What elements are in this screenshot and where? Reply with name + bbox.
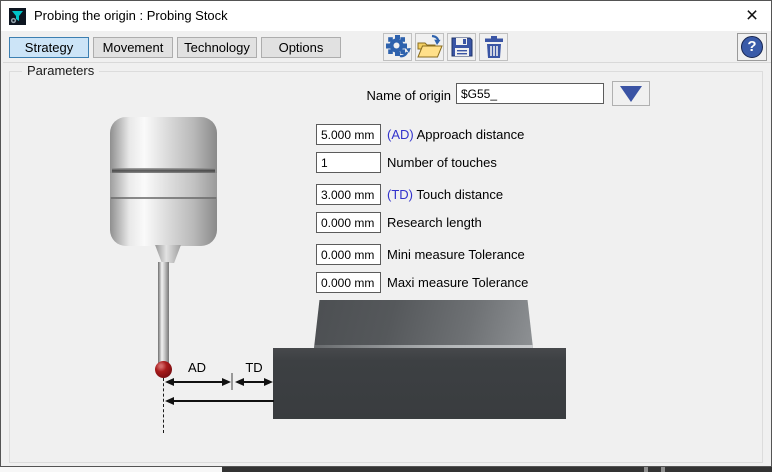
save-floppy-icon [449,34,475,60]
triangle-down-icon [620,86,642,102]
dimension-tick [231,373,233,390]
ad-dimension-label: AD [177,360,217,375]
close-icon[interactable]: × [739,4,765,28]
open-file-button[interactable] [415,33,444,61]
td-dimension-label: TD [234,360,274,375]
ad-arrowhead-right [222,378,231,386]
probe-axis-dashed-line [163,378,164,433]
trash-icon [481,34,507,60]
stock-base [273,348,566,419]
mini-tolerance-input[interactable] [316,244,381,265]
touch-distance-input[interactable] [316,184,381,205]
origin-name-input[interactable] [456,83,604,104]
touch-distance-label: (TD) Touch distance [387,187,503,202]
save-file-button[interactable] [447,33,476,61]
tab-technology[interactable]: Technology [177,37,257,58]
gear-reset-icon [385,34,411,60]
td-arrow-line [242,381,266,383]
title-bar[interactable]: Probing the origin : Probing Stock × [1,1,771,31]
approach-distance-input[interactable] [316,124,381,145]
origin-name-label: Name of origin [361,88,451,103]
delete-button[interactable] [479,33,508,61]
number-of-touches-label: Number of touches [387,155,497,170]
probe-body [110,117,217,246]
approach-distance-label: (AD) Approach distance [387,127,524,142]
screen: Probing the origin : Probing Stock × Str… [0,0,772,472]
help-icon: ? [741,36,763,58]
background-window-edge [644,467,648,472]
probe-groove [111,197,216,199]
tab-options[interactable]: Options [261,37,341,58]
groupbox-legend: Parameters [22,63,99,78]
background-window-edge [222,467,772,472]
probe-stylus [158,262,169,364]
window-title: Probing the origin : Probing Stock [34,8,228,23]
probe-band [110,173,217,197]
td-prefix: (TD) [387,187,416,202]
background-window-edge [661,467,665,472]
help-button[interactable]: ? [737,33,767,61]
tab-strategy[interactable]: Strategy [9,37,89,58]
stock-boss [314,300,533,348]
origin-picker-button[interactable] [612,81,650,106]
ad-prefix: (AD) [387,127,417,142]
maxi-tolerance-input[interactable] [316,272,381,293]
mini-tolerance-label: Mini measure Tolerance [387,247,525,262]
research-length-input[interactable] [316,212,381,233]
research-length-label: Research length [387,215,482,230]
number-of-touches-input[interactable] [316,152,381,173]
app-icon [9,8,26,25]
reset-settings-button[interactable] [383,33,412,61]
return-arrow-line [172,400,274,402]
open-folder-icon [416,34,443,60]
probe-tip-ball [155,361,172,378]
ad-arrow-line [172,381,224,383]
tab-movement[interactable]: Movement [93,37,173,58]
toolbar-separator [3,62,771,63]
background-window-edge [0,467,222,472]
td-arrowhead-right [264,378,273,386]
maxi-tolerance-label: Maxi measure Tolerance [387,275,528,290]
probing-dialog: Probing the origin : Probing Stock × Str… [0,0,772,467]
